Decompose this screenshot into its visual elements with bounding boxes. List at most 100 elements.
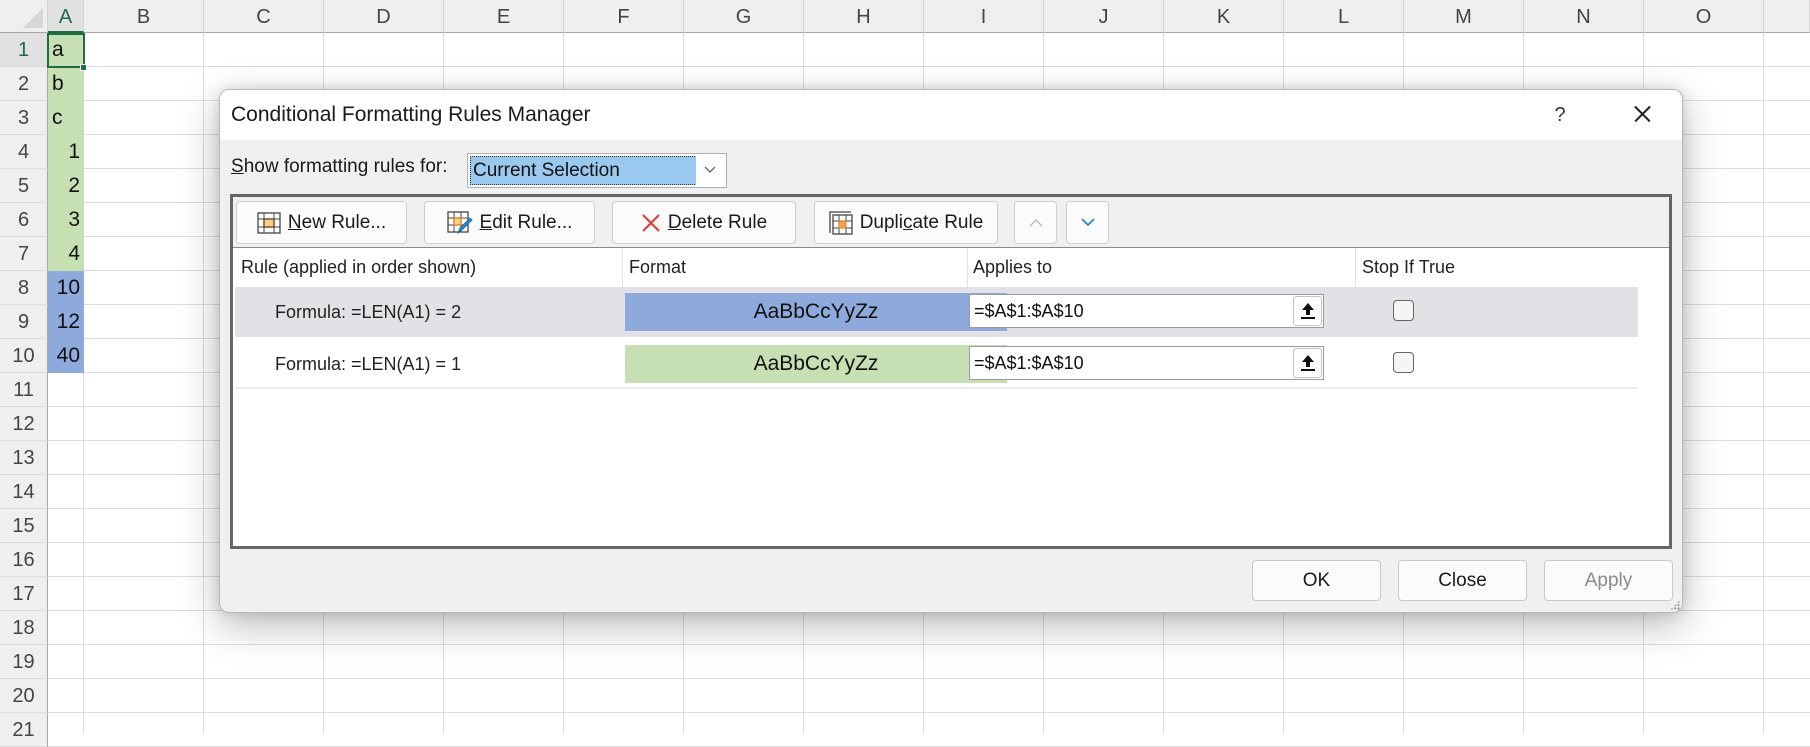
row-header-6[interactable]: 6: [0, 203, 48, 237]
row-header-21[interactable]: 21: [0, 713, 48, 747]
row-header-4[interactable]: 4: [0, 135, 48, 169]
duplicate-rule-icon: [829, 210, 853, 235]
help-button[interactable]: ?: [1540, 98, 1580, 132]
row-header-16[interactable]: 16: [0, 543, 48, 577]
resize-grip[interactable]: [1670, 600, 1680, 610]
column-header-o[interactable]: O: [1644, 0, 1764, 33]
duplicate-rule-button[interactable]: Duplicate Rule: [814, 201, 998, 244]
rules-toolbar: New Rule... Edit Rule... Delete Rule Dup…: [233, 197, 1669, 248]
applies-to-value: =$A$1:$A$10: [974, 353, 1084, 373]
column-header-overflow[interactable]: [1764, 0, 1810, 33]
cell-a9[interactable]: 12: [48, 305, 84, 339]
edit-rule-label: Edit Rule...: [479, 211, 573, 233]
gridline-horizontal: [48, 66, 1810, 67]
column-header-l[interactable]: L: [1284, 0, 1404, 33]
row-header-1[interactable]: 1: [0, 33, 48, 67]
row-header-14[interactable]: 14: [0, 475, 48, 509]
gridline-vertical: [203, 33, 204, 733]
delete-rule-button[interactable]: Delete Rule: [612, 201, 796, 244]
rule-row[interactable]: Formula: =LEN(A1) = 1 AaBbCcYyZz =$A$1:$…: [235, 339, 1638, 389]
dialog-titlebar: Conditional Formatting Rules Manager ?: [220, 90, 1682, 140]
row-header-12[interactable]: 12: [0, 407, 48, 441]
row-header-5[interactable]: 5: [0, 169, 48, 203]
new-rule-button[interactable]: New Rule...: [236, 201, 407, 244]
dialog-title: Conditional Formatting Rules Manager: [231, 103, 591, 126]
move-down-button[interactable]: [1066, 201, 1109, 244]
cell-a7[interactable]: 4: [48, 237, 84, 271]
new-rule-icon: [257, 211, 281, 234]
row-header-10[interactable]: 10: [0, 339, 48, 373]
duplicate-rule-label: Duplicate Rule: [859, 211, 984, 233]
cell-a2[interactable]: b: [48, 67, 84, 101]
applies-to-input[interactable]: =$A$1:$A$10: [969, 294, 1324, 328]
show-rules-label: Show formatting rules for:: [231, 156, 448, 178]
stop-if-true-checkbox[interactable]: [1393, 300, 1414, 321]
gridline-horizontal: [48, 678, 1810, 679]
column-header-a[interactable]: A: [48, 0, 84, 33]
column-header-applies-to: Applies to: [973, 248, 1053, 287]
column-header-e[interactable]: E: [444, 0, 564, 33]
format-preview: AaBbCcYyZz: [625, 345, 1007, 383]
column-header-m[interactable]: M: [1404, 0, 1524, 33]
column-header-rule: Rule (applied in order shown): [241, 248, 477, 287]
column-header-g[interactable]: G: [684, 0, 804, 33]
cell-a3[interactable]: c: [48, 101, 84, 135]
show-rules-label-text: how formatting rules for:: [243, 156, 448, 177]
rule-description: Formula: =LEN(A1) = 2: [275, 302, 462, 322]
column-header-k[interactable]: K: [1164, 0, 1284, 33]
column-header-h[interactable]: H: [804, 0, 924, 33]
close-icon[interactable]: [1620, 96, 1664, 132]
range-collapse-button[interactable]: [1293, 348, 1322, 378]
applies-to-value: =$A$1:$A$10: [974, 301, 1084, 321]
row-header-9[interactable]: 9: [0, 305, 48, 339]
column-header-i[interactable]: I: [924, 0, 1044, 33]
move-up-button[interactable]: [1014, 201, 1057, 244]
upload-arrow-icon: [1301, 355, 1315, 371]
row-header-11[interactable]: 11: [0, 373, 48, 407]
gridline-horizontal: [48, 644, 1810, 645]
cell-a10[interactable]: 40: [48, 339, 84, 373]
chevron-up-icon: [1029, 219, 1042, 227]
gridline-vertical: [1763, 33, 1764, 733]
row-header-19[interactable]: 19: [0, 645, 48, 679]
range-collapse-button[interactable]: [1293, 296, 1322, 326]
cell-a8[interactable]: 10: [48, 271, 84, 305]
column-header-f[interactable]: F: [564, 0, 684, 33]
column-header-d[interactable]: D: [324, 0, 444, 33]
row-header-20[interactable]: 20: [0, 679, 48, 713]
show-rules-label-accesskey: S: [231, 156, 244, 177]
cell-a6[interactable]: 3: [48, 203, 84, 237]
format-preview: AaBbCcYyZz: [625, 293, 1007, 331]
row-header-2[interactable]: 2: [0, 67, 48, 101]
column-header-stop-if-true: Stop If True: [1362, 248, 1456, 287]
close-button[interactable]: Close: [1398, 560, 1527, 601]
select-all-triangle: [23, 8, 43, 28]
row-header-18[interactable]: 18: [0, 611, 48, 645]
active-cell-border: [47, 33, 85, 68]
row-header-15[interactable]: 15: [0, 509, 48, 543]
row-header-13[interactable]: 13: [0, 441, 48, 475]
row-header-8[interactable]: 8: [0, 271, 48, 305]
column-header-format: Format: [629, 248, 687, 287]
cell-a4[interactable]: 1: [48, 135, 84, 169]
column-header-j[interactable]: J: [1044, 0, 1164, 33]
column-header-n[interactable]: N: [1524, 0, 1644, 33]
rule-row[interactable]: Formula: =LEN(A1) = 2 AaBbCcYyZz =$A$1:$…: [235, 287, 1638, 337]
cell-a5[interactable]: 2: [48, 169, 84, 203]
stop-if-true-checkbox[interactable]: [1393, 352, 1414, 373]
apply-button[interactable]: Apply: [1544, 560, 1673, 601]
fill-handle[interactable]: [80, 64, 87, 71]
new-rule-label: New Rule...: [287, 211, 387, 233]
applies-to-input[interactable]: =$A$1:$A$10: [969, 346, 1324, 380]
column-header-b[interactable]: B: [84, 0, 204, 33]
chevron-down-icon[interactable]: [696, 156, 724, 185]
edit-rule-button[interactable]: Edit Rule...: [424, 201, 595, 244]
row-header-3[interactable]: 3: [0, 101, 48, 135]
show-rules-for-dropdown[interactable]: Current Selection: [467, 153, 727, 188]
column-header-c[interactable]: C: [204, 0, 324, 33]
row-header-17[interactable]: 17: [0, 577, 48, 611]
select-all-button[interactable]: [0, 0, 48, 33]
row-header-7[interactable]: 7: [0, 237, 48, 271]
ok-button[interactable]: OK: [1252, 560, 1381, 601]
upload-arrow-icon: [1301, 303, 1315, 319]
